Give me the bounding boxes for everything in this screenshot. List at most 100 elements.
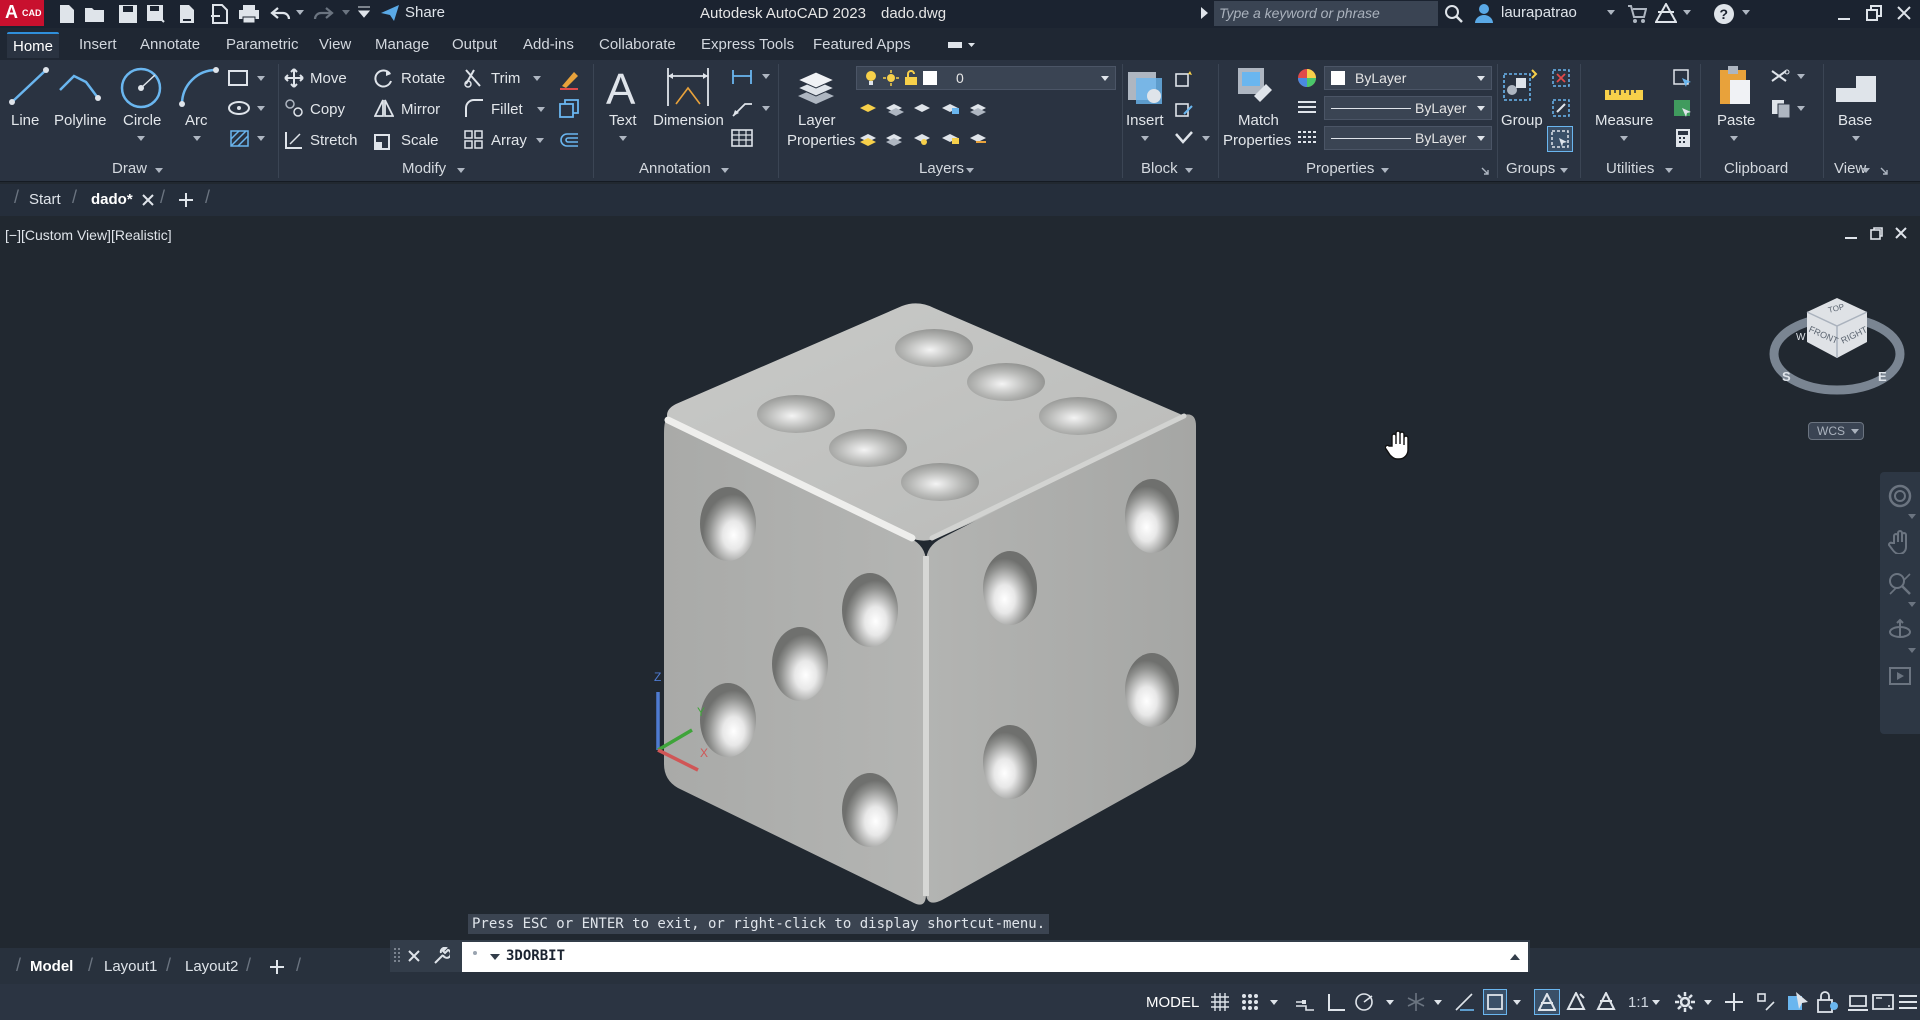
tab-manage[interactable]: Manage — [369, 32, 435, 58]
ungroup-icon[interactable] — [1551, 68, 1571, 88]
text-button[interactable]: Text — [609, 112, 637, 129]
workspace-gear-icon[interactable] — [1674, 991, 1696, 1013]
copy-clip-dropdown-icon[interactable] — [1797, 106, 1805, 112]
units-icon[interactable] — [1756, 992, 1776, 1012]
annotation-scale-value[interactable]: 1:1 — [1628, 994, 1649, 1016]
customization-menu-icon[interactable] — [1898, 992, 1918, 1012]
redo-dropdown-icon[interactable] — [342, 10, 350, 16]
arc-button[interactable]: Arc — [185, 112, 208, 129]
trim-button[interactable]: Trim — [491, 70, 520, 87]
block-panel-dropdown-icon[interactable] — [1185, 168, 1193, 174]
pan-icon[interactable] — [1888, 530, 1912, 554]
isodraft-dropdown-icon[interactable] — [1434, 1000, 1442, 1006]
snap-icon[interactable] — [1240, 992, 1260, 1012]
new-layout-icon[interactable] — [270, 960, 284, 974]
ellipse-dropdown-icon[interactable] — [257, 106, 265, 112]
text-dropdown-icon[interactable] — [619, 136, 627, 142]
dimension-icon[interactable] — [664, 66, 712, 108]
polyline-icon[interactable] — [56, 68, 102, 106]
draw-panel-title[interactable]: Draw — [112, 160, 147, 177]
ribbon-minimize-icon[interactable] — [948, 40, 976, 50]
group-edit-icon[interactable] — [1551, 98, 1571, 118]
autodesk-app-icon[interactable] — [1655, 3, 1677, 23]
linetype-dropdown[interactable]: ByLayer — [1324, 126, 1492, 150]
export-icon[interactable] — [210, 4, 228, 24]
steering-wheel-icon[interactable] — [1888, 484, 1912, 508]
base-button[interactable]: Base — [1838, 112, 1872, 129]
insert-block-icon[interactable] — [1124, 66, 1166, 108]
rectangle-dropdown-icon[interactable] — [257, 76, 265, 82]
layers-panel-title[interactable]: Layers — [919, 160, 964, 177]
plot-icon[interactable] — [238, 4, 260, 24]
layout-tab-layout1[interactable]: Layout1 — [104, 958, 157, 975]
save-as-icon[interactable] — [146, 4, 166, 24]
dimension-button[interactable]: Dimension — [653, 112, 724, 129]
insert-dropdown-icon[interactable] — [1141, 136, 1149, 142]
annotation-scale-icon[interactable] — [1596, 992, 1616, 1012]
tab-express-tools[interactable]: Express Tools — [695, 32, 800, 58]
app-logo[interactable]: A CAD — [0, 0, 44, 26]
zoom-dropdown-icon[interactable] — [1908, 602, 1916, 608]
properties-panel-title[interactable]: Properties — [1306, 160, 1374, 177]
command-customize-icon[interactable] — [432, 947, 450, 965]
model-space-button[interactable]: MODEL — [1146, 994, 1199, 1016]
view-panel-launcher-icon[interactable] — [1880, 167, 1888, 175]
trim-icon[interactable] — [464, 68, 484, 88]
command-recent-dropdown-icon[interactable] — [490, 954, 500, 961]
paste-icon[interactable] — [1716, 64, 1754, 108]
redo-icon[interactable] — [312, 4, 334, 24]
restore-icon[interactable] — [1866, 5, 1882, 21]
minimize-icon[interactable] — [1838, 8, 1850, 20]
tab-parametric[interactable]: Parametric — [220, 32, 305, 58]
arc-icon[interactable] — [178, 66, 220, 108]
username[interactable]: laurapatrao — [1501, 4, 1577, 21]
paste-dropdown-icon[interactable] — [1730, 136, 1738, 142]
leader-icon[interactable] — [731, 98, 753, 118]
view-panel-dropdown-icon[interactable] — [1862, 168, 1870, 174]
layer-tools-row2-icon[interactable] — [858, 128, 998, 148]
modify-panel-dropdown-icon[interactable] — [457, 168, 465, 174]
snap-dropdown-icon[interactable] — [1270, 1000, 1278, 1006]
groups-panel-title[interactable]: Groups — [1506, 160, 1555, 177]
circle-dropdown-icon[interactable] — [137, 136, 145, 142]
lock-ui-icon[interactable] — [1816, 990, 1840, 1014]
edit-block-icon[interactable] — [1174, 100, 1194, 118]
draw-panel-dropdown-icon[interactable] — [155, 168, 163, 174]
copy-icon[interactable] — [284, 98, 304, 118]
infer-constraints-icon[interactable] — [1294, 992, 1316, 1012]
layout-tab-layout2[interactable]: Layout2 — [185, 958, 238, 975]
line-icon[interactable] — [8, 66, 50, 106]
grid-icon[interactable] — [1210, 992, 1230, 1012]
lineweight-icon[interactable] — [1297, 100, 1317, 116]
orbit-icon[interactable] — [1888, 618, 1912, 642]
polar-dropdown-icon[interactable] — [1386, 1000, 1394, 1006]
hatch-icon[interactable] — [228, 100, 250, 116]
match-properties-icon[interactable] — [1236, 66, 1276, 108]
tab-featured-apps[interactable]: Featured Apps — [807, 32, 917, 58]
leader-dropdown-icon[interactable] — [762, 106, 770, 112]
array-dropdown-icon[interactable] — [536, 138, 544, 144]
utilities-panel-dropdown-icon[interactable] — [1665, 168, 1673, 174]
search-input[interactable]: Type a keyword or phrase — [1214, 1, 1438, 26]
array-button[interactable]: Array — [491, 132, 527, 149]
array-icon[interactable] — [464, 130, 484, 150]
polyline-button[interactable]: Polyline — [54, 112, 107, 129]
tab-add-ins[interactable]: Add-ins — [517, 32, 580, 58]
help-icon[interactable]: ? — [1713, 3, 1735, 25]
die-3d-model[interactable] — [650, 266, 1220, 906]
undo-dropdown-icon[interactable] — [296, 10, 304, 16]
workspace-dropdown-icon[interactable] — [1704, 1000, 1712, 1006]
create-block-icon[interactable] — [1174, 70, 1194, 88]
expand-search-icon[interactable] — [1201, 7, 1209, 19]
layer-dropdown[interactable]: 0 — [856, 66, 1116, 90]
copy-clip-icon[interactable] — [1770, 98, 1792, 118]
arc-dropdown-icon[interactable] — [193, 136, 201, 142]
search-icon[interactable] — [1444, 4, 1464, 24]
properties-launcher-icon[interactable] — [1481, 167, 1489, 175]
linear-dim-icon[interactable] — [731, 68, 753, 86]
offset-icon[interactable] — [558, 130, 580, 150]
groups-panel-dropdown-icon[interactable] — [1560, 168, 1568, 174]
close-icon[interactable] — [1896, 5, 1912, 21]
tab-annotate[interactable]: Annotate — [134, 32, 206, 58]
circle-icon[interactable] — [119, 66, 163, 110]
